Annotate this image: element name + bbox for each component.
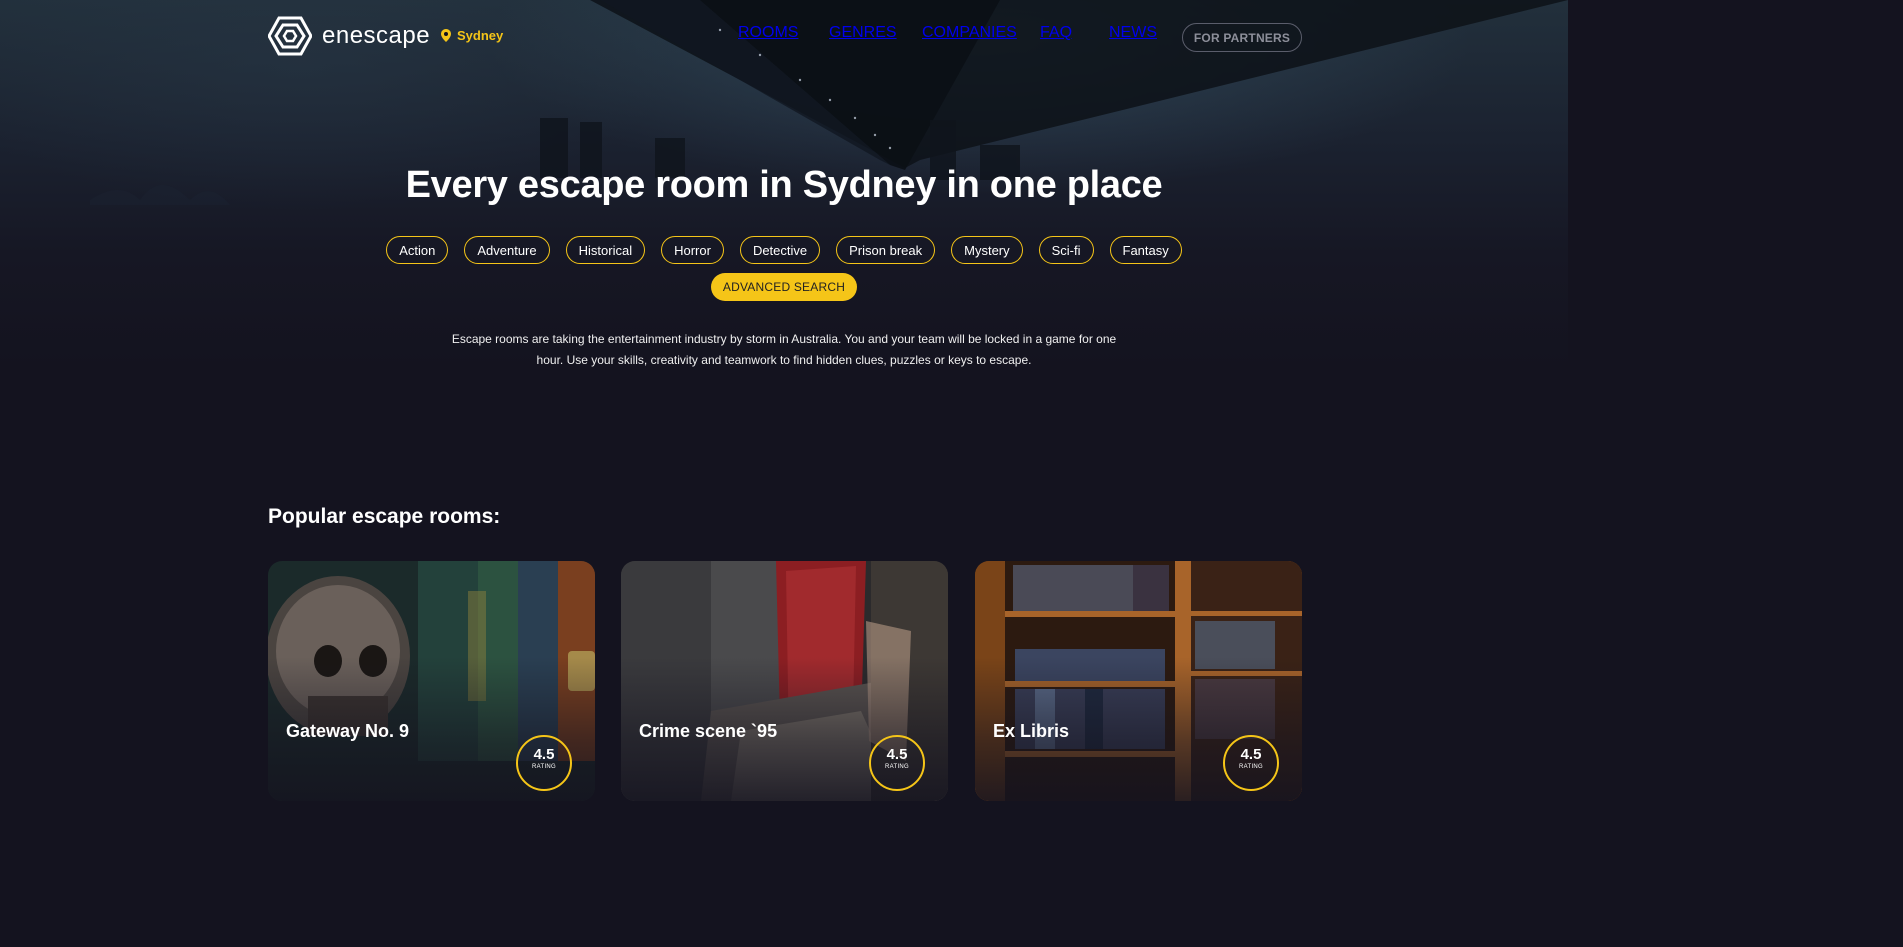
rating-value: 4.5 xyxy=(533,746,555,763)
rating-badge: 4.5 RATING xyxy=(869,735,925,791)
rating-label: RATING xyxy=(884,764,910,770)
rating-badge: 4.5 RATING xyxy=(1223,735,1279,791)
popular-rooms-list: Gateway No. 9 4.5 RATING Crime scene `95… xyxy=(268,561,1302,801)
genre-chip-historical[interactable]: Historical xyxy=(565,236,646,264)
genre-chip-adventure[interactable]: Adventure xyxy=(464,236,550,264)
genre-chip-horror[interactable]: Horror xyxy=(661,236,724,264)
for-partners-button[interactable]: FOR PARTNERS xyxy=(1182,23,1302,52)
genre-chip-detective[interactable]: Detective xyxy=(739,236,821,264)
nav-faq[interactable]: FAQ xyxy=(1040,24,1072,42)
genre-chip-sci-fi[interactable]: Sci-fi xyxy=(1038,236,1094,264)
city-name: Sydney xyxy=(457,28,504,43)
room-card[interactable]: Ex Libris 4.5 RATING xyxy=(975,561,1302,801)
hero-background xyxy=(0,0,1568,460)
room-card[interactable]: Gateway No. 9 4.5 RATING xyxy=(268,561,595,801)
location-pin-icon xyxy=(441,29,451,42)
advanced-search-button[interactable]: ADVANCED SEARCH xyxy=(711,273,857,301)
logo[interactable]: enescape xyxy=(268,16,430,56)
rating-label: RATING xyxy=(531,764,557,770)
city-selector[interactable]: Sydney xyxy=(441,28,503,43)
genre-chip-action[interactable]: Action xyxy=(386,236,449,264)
hexagon-logo-icon xyxy=(268,16,312,56)
rating-value: 4.5 xyxy=(886,746,908,763)
popular-rooms-heading: Popular escape rooms: xyxy=(268,505,501,528)
rating-value: 4.5 xyxy=(1240,746,1262,763)
room-name: Gateway No. 9 xyxy=(286,721,410,741)
rating-label: RATING xyxy=(1238,764,1264,770)
room-name: Crime scene `95 xyxy=(639,721,778,741)
nav-rooms[interactable]: ROOMS xyxy=(738,24,798,42)
room-name: Ex Libris xyxy=(993,721,1070,741)
nav-news[interactable]: NEWS xyxy=(1109,24,1157,42)
nav-companies[interactable]: COMPANIES xyxy=(922,24,1017,42)
rating-badge: 4.5 RATING xyxy=(516,735,572,791)
genre-chip-prison-break[interactable]: Prison break xyxy=(836,236,936,264)
brand-name: enescape xyxy=(322,22,431,49)
intro-description: Escape rooms are taking the entertainmen… xyxy=(451,332,1117,367)
genre-chip-mystery[interactable]: Mystery xyxy=(951,236,1023,264)
nav-genres[interactable]: GENRES xyxy=(829,24,897,42)
site-header: enescape Sydney ROOMS GENRES COMPANIES F… xyxy=(268,16,1302,58)
sydney-skyline-illustration xyxy=(90,0,1568,205)
page-title: Every escape room in Sydney in one place xyxy=(405,164,1163,206)
genre-chips: Action Adventure Historical Horror Detec… xyxy=(0,236,1568,264)
genre-chip-fantasy[interactable]: Fantasy xyxy=(1109,236,1182,264)
room-card[interactable]: Crime scene `95 4.5 RATING xyxy=(621,561,948,801)
